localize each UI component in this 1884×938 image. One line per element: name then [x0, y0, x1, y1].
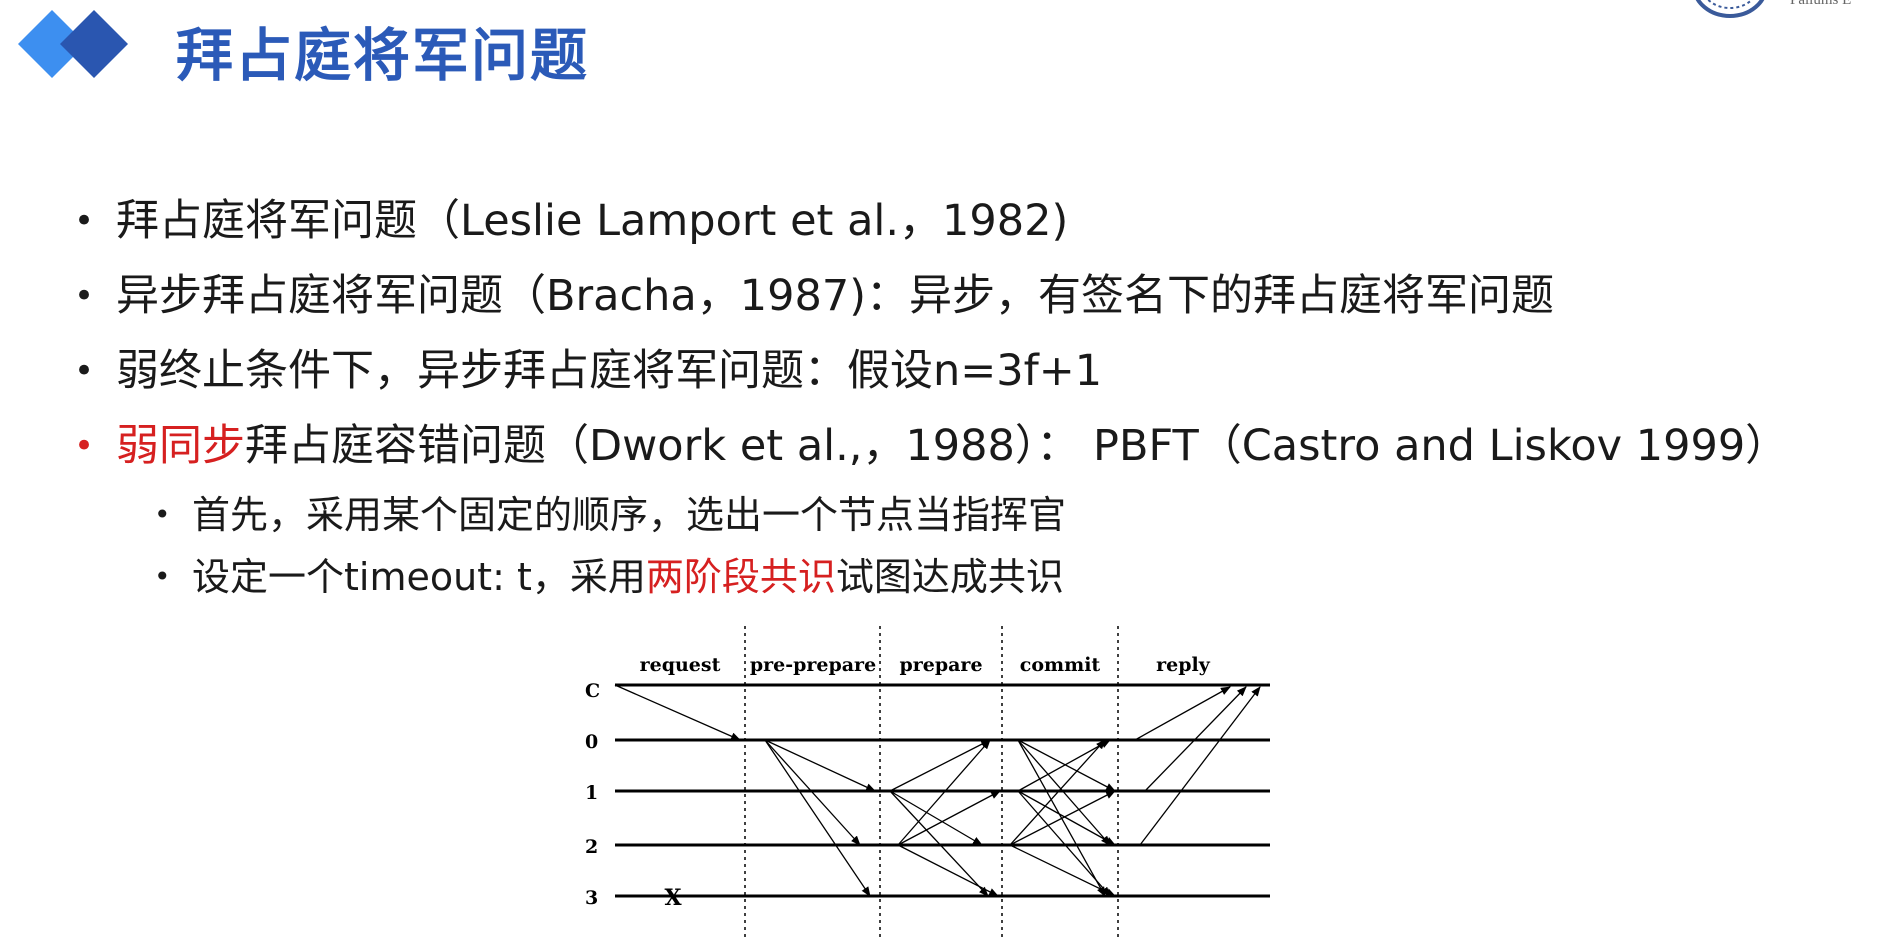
- sub-bullet-dot: •: [154, 498, 171, 531]
- diamond-logo-icon: [18, 10, 128, 78]
- page-title: 拜占庭将军问题: [176, 23, 589, 89]
- node-label-c: C: [585, 680, 600, 702]
- bullet-item-weak-termination: • 弱终止条件下，异步拜占庭将军问题：假设n=3f+1: [74, 334, 1874, 409]
- pbft-message-diagram: request pre-prepare prepare commit reply…: [585, 626, 1270, 938]
- phase-label-reply: reply: [1156, 654, 1211, 676]
- bullet-item-pbft: • 弱同步拜占庭容错问题（Dwork et al.,，1988）： PBFT（C…: [74, 409, 1874, 484]
- bullet-dot: •: [74, 201, 95, 241]
- sub-bullet-text: 设定一个timeout: t，采用: [192, 555, 646, 599]
- message-arrow: [1134, 686, 1231, 741]
- node-label-0: 0: [585, 731, 598, 753]
- message-arrow: [764, 739, 871, 897]
- message-arrow: [889, 739, 991, 792]
- sub-bullet-dot: •: [154, 560, 171, 593]
- node-label-1: 1: [585, 782, 598, 804]
- phase-label-pre-prepare: pre-prepare: [750, 654, 876, 676]
- university-emblem-icon: [1695, 0, 1765, 18]
- phase-label-commit: commit: [1020, 654, 1101, 676]
- phase-label-prepare: prepare: [899, 654, 982, 676]
- phase-label-request: request: [640, 654, 721, 676]
- node-label-3: 3: [585, 887, 598, 909]
- bullet-dot: •: [74, 351, 95, 391]
- sub-bullet-timeout: • 设定一个timeout: t，采用两阶段共识试图达成共识: [74, 546, 1874, 608]
- bullet-item-bracha: • 异步拜占庭将军问题（Bracha，1987)：异步，有签名下的拜占庭将军问题: [74, 259, 1874, 334]
- fault-x-icon: X: [664, 885, 682, 911]
- bullet-text: 拜占庭将军问题（Leslie Lamport et al.，1982): [116, 196, 1069, 246]
- message-arrow: [897, 790, 1001, 846]
- bullet-dot: •: [74, 276, 95, 316]
- sub-bullet-text: 试图达成共识: [835, 555, 1064, 599]
- message-arrow: [614, 684, 741, 741]
- node-label-2: 2: [585, 836, 598, 858]
- message-arrow: [1139, 686, 1261, 846]
- message-arrow: [1009, 844, 1116, 897]
- bullet-text: 拜占庭容错问题（Dwork et al.,，1988）： PBFT（Castro…: [245, 421, 1789, 471]
- message-arrow: [889, 790, 983, 846]
- bullet-text: 异步拜占庭将军问题（Bracha，1987)：异步，有签名下的拜占庭将军问题: [116, 271, 1554, 321]
- sub-bullet-text: 首先，采用某个固定的顺序，选出一个节点当指挥官: [192, 493, 1067, 537]
- bullet-list: • 拜占庭将军问题（Leslie Lamport et al.，1982) • …: [74, 184, 1874, 608]
- bullet-text: 弱终止条件下，异步拜占庭将军问题：假设n=3f+1: [116, 346, 1103, 396]
- sub-bullet-commander: • 首先，采用某个固定的顺序，选出一个节点当指挥官: [74, 484, 1874, 546]
- highlight-text-two-phase: 两阶段共识: [645, 555, 836, 599]
- bullet-dot: •: [74, 426, 95, 466]
- highlight-text-weak-sync: 弱同步: [116, 421, 245, 471]
- bullet-item-lamport: • 拜占庭将军问题（Leslie Lamport et al.，1982): [74, 184, 1874, 259]
- corner-emblem-text: Pallums E: [1790, 0, 1852, 8]
